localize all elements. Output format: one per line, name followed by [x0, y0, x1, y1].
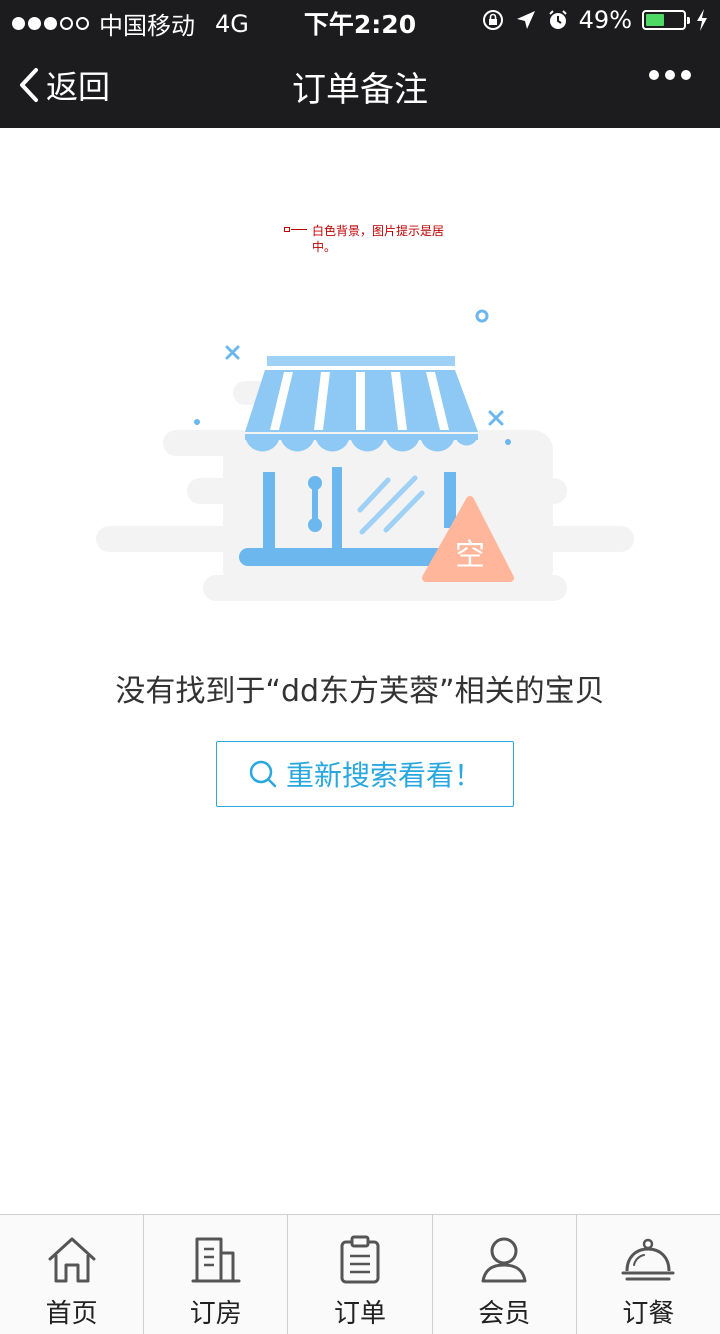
empty-result-message: 没有找到于“dd东方芙蓉”相关的宝贝 — [115, 674, 605, 709]
tab-book-room[interactable]: 订房 — [144, 1215, 289, 1334]
empty-store-illustration: 空 — [96, 309, 634, 601]
status-bar: 中国移动 4G 下午2:20 49% — [0, 0, 720, 40]
tab-order-food-label: 订餐 — [622, 1299, 675, 1329]
location-arrow-icon — [516, 11, 535, 29]
battery-fill — [646, 14, 664, 26]
tab-order-food[interactable]: 订餐 — [577, 1215, 720, 1334]
research-button-label: 重新搜索看看！ — [285, 759, 482, 792]
annotation-marker — [284, 227, 290, 232]
clipboard-icon — [340, 1235, 380, 1284]
empty-badge-text: 空 — [455, 538, 485, 573]
tab-home-label: 首页 — [45, 1299, 98, 1329]
annotation-text: 白色背景，图片提示是居中。 — [312, 224, 445, 254]
more-dots-icon[interactable] — [648, 68, 692, 82]
user-icon — [481, 1237, 527, 1283]
rotation-lock-icon — [482, 10, 503, 30]
annotation-leader-line — [291, 229, 307, 230]
status-right: 49% — [481, 6, 708, 34]
search-icon — [249, 760, 277, 788]
tab-orders[interactable]: 订单 — [288, 1215, 433, 1334]
building-icon — [191, 1237, 241, 1283]
tab-orders-label: 订单 — [334, 1299, 387, 1329]
navigation-bar: 返回 订单备注 — [0, 40, 720, 128]
tab-book-room-label: 订房 — [189, 1299, 242, 1329]
alarm-icon — [548, 10, 567, 29]
battery-icon — [642, 10, 690, 30]
tab-member[interactable]: 会员 — [433, 1215, 577, 1334]
tab-home[interactable]: 首页 — [0, 1215, 145, 1334]
battery-percent: 49% — [578, 6, 632, 34]
home-icon — [48, 1237, 96, 1283]
bottom-tab-bar: 首页 订房 订单 会员 订餐 — [0, 1214, 720, 1334]
design-annotation: 白色背景，图片提示是居中。 — [284, 223, 454, 255]
research-button[interactable]: 重新搜索看看！ — [216, 741, 514, 807]
tab-member-label: 会员 — [478, 1299, 531, 1329]
page-title: 订单备注 — [292, 70, 428, 110]
dish-cover-icon — [621, 1238, 675, 1281]
charging-bolt-icon — [697, 9, 707, 31]
